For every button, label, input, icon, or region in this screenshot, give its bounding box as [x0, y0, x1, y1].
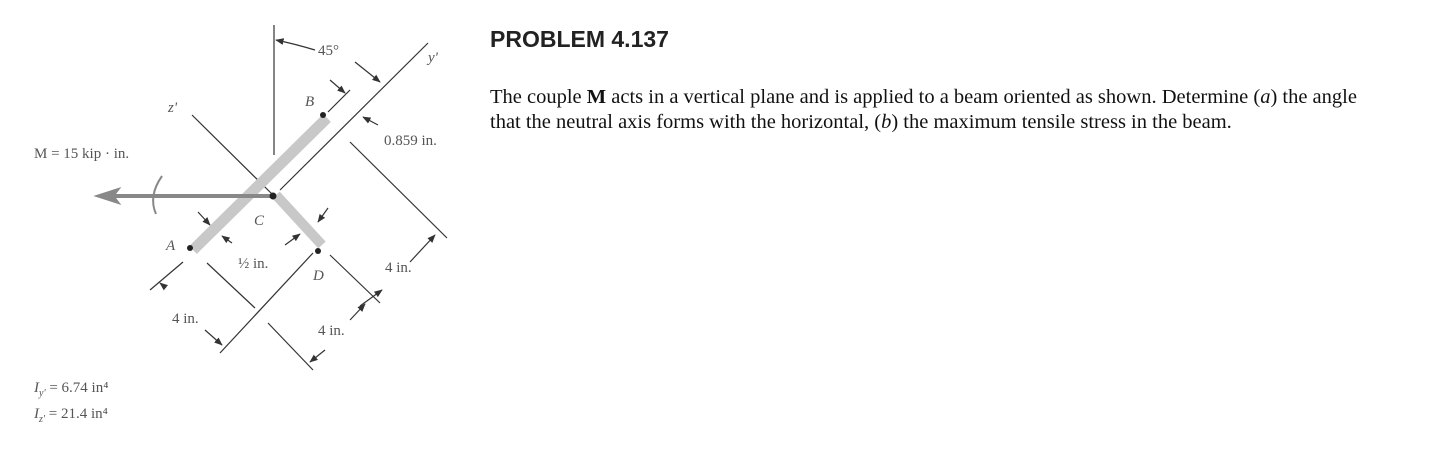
beam-flange-cd	[272, 191, 326, 249]
point-a-label: A	[165, 238, 176, 254]
problem-statement: The couple M acts in a vertical plane an…	[490, 86, 1357, 133]
point-c-label: C	[254, 213, 265, 229]
angle-arrow	[275, 38, 316, 51]
y-prime-axis	[279, 42, 429, 191]
moment-label: M = 15 kip · in.	[34, 146, 129, 162]
iy-label: Iy' = 6.74 in⁴	[33, 380, 108, 399]
point-b-label: B	[305, 94, 314, 110]
z-axis-label: z'	[167, 100, 178, 116]
angle-arrow-2	[354, 61, 381, 83]
dim-4-left-label: 4 in.	[172, 311, 199, 327]
half-inch-label: ½ in.	[238, 256, 268, 272]
iz-label: Iz' = 21.4 in⁴	[33, 406, 108, 425]
dim-4-right-label: 4 in.	[385, 260, 412, 276]
dim-0859-label: 0.859 in.	[384, 133, 437, 149]
problem-title: PROBLEM 4.137	[490, 26, 669, 52]
dim-4-bottom-label: 4 in.	[318, 323, 345, 339]
point-d-label: D	[312, 268, 324, 284]
y-axis-label: y'	[426, 50, 439, 66]
angle-label: 45°	[318, 43, 339, 59]
point-c-dot	[269, 192, 277, 200]
beam-diagram: 45° y' z' B M = 15 kip · in. 0.859 in. C…	[33, 25, 448, 425]
